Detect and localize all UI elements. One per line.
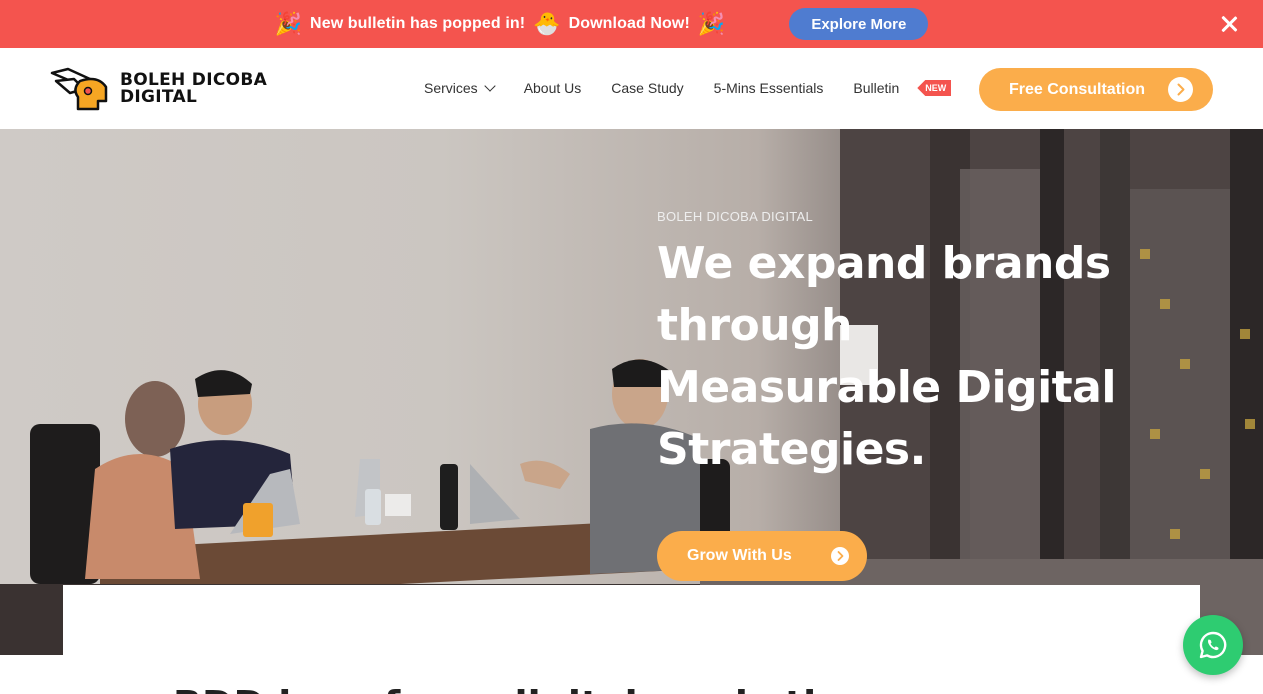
nav-label: Bulletin <box>853 80 900 96</box>
hero-headline: We expand brands through Measurable Digi… <box>657 233 1217 481</box>
nav-label: About Us <box>523 80 582 96</box>
arrow-right-icon <box>831 547 849 565</box>
section-heading: BDD is ... for .. digital marketing ... … <box>173 683 983 694</box>
logo[interactable]: BOLEH DICOBA DIGITAL <box>50 67 267 111</box>
explore-more-button[interactable]: Explore More <box>789 8 929 40</box>
confetti-icon: 🎉 <box>697 11 726 36</box>
headline-line-1: We expand brands <box>657 238 1111 289</box>
announcement-content: 🎉 New bulletin has popped in! 🐣 Download… <box>275 8 929 40</box>
download-link[interactable]: Download Now! <box>569 15 690 33</box>
close-icon[interactable] <box>1217 12 1241 36</box>
intro-card: BDD is ... for .. digital marketing ... … <box>63 585 1200 694</box>
nav-label: Services <box>424 80 478 96</box>
confetti-icon: 🎉 <box>274 11 303 36</box>
hatching-chick-icon: 🐣 <box>533 11 561 36</box>
cta-label: Free Consultation <box>1009 80 1146 98</box>
nav-item-essentials[interactable]: 5-Mins Essentials <box>714 80 824 96</box>
nav-label: Case Study <box>611 80 684 96</box>
headline-line-2: through <box>657 300 852 351</box>
free-consultation-button[interactable]: Free Consultation <box>979 68 1213 111</box>
site-header: BOLEH DICOBA DIGITAL Services About Us C… <box>0 48 1263 129</box>
whatsapp-button[interactable] <box>1183 615 1243 675</box>
logo-mark-icon <box>50 67 108 111</box>
whatsapp-icon <box>1199 631 1227 659</box>
chevron-down-icon <box>484 79 496 92</box>
announcement-message: New bulletin has popped in! <box>310 15 526 32</box>
headline-line-4: Strategies. <box>657 424 926 475</box>
hero-eyebrow: BOLEH DICOBA DIGITAL <box>657 209 814 224</box>
nav-label: 5-Mins Essentials <box>713 80 824 96</box>
grow-label: Grow With Us <box>687 547 792 564</box>
headline-line-3: Measurable Digital <box>657 362 1116 413</box>
nav-item-services[interactable]: Services <box>424 79 496 96</box>
nav-item-about[interactable]: About Us <box>524 80 582 96</box>
logo-wordmark: BOLEH DICOBA DIGITAL <box>120 72 267 106</box>
new-badge: NEW <box>917 80 952 96</box>
nav-item-bulletin[interactable]: Bulletin <box>853 80 899 96</box>
grow-with-us-button[interactable]: Grow With Us <box>657 531 867 581</box>
hero-section: BOLEH DICOBA DIGITAL We expand brands th… <box>0 129 1263 655</box>
nav-item-case-study[interactable]: Case Study <box>611 80 683 96</box>
arrow-right-icon <box>1168 77 1193 102</box>
logo-line-2: DIGITAL <box>120 87 198 107</box>
main-nav: Services About Us Case Study 5-Mins Esse… <box>424 79 952 96</box>
announcement-bar: 🎉 New bulletin has popped in! 🐣 Download… <box>0 0 1263 48</box>
